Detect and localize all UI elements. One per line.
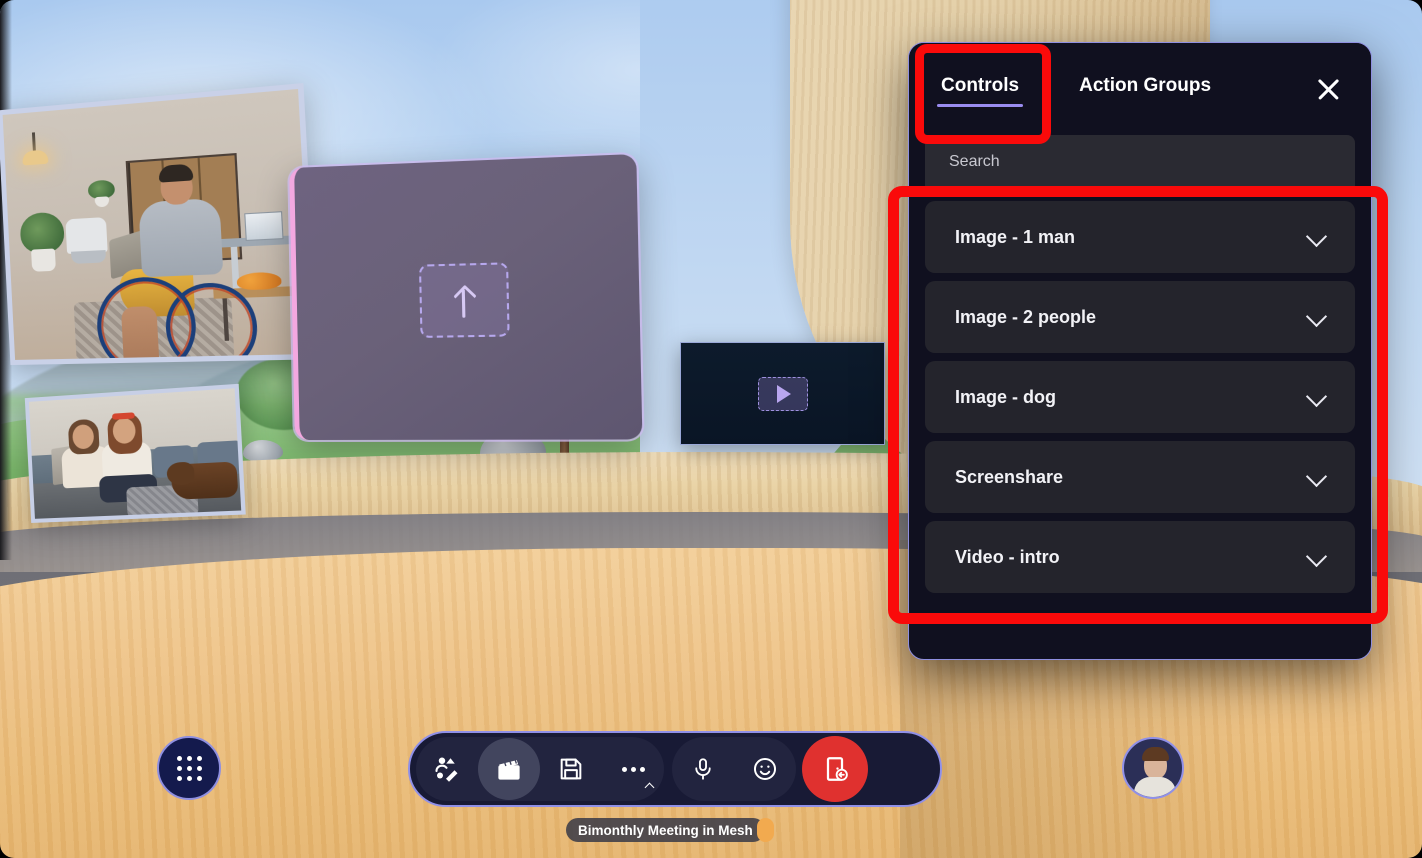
chevron-down-icon[interactable]: [1307, 227, 1327, 247]
microphone-icon: [695, 758, 711, 780]
save-button[interactable]: [540, 738, 602, 800]
smiley-face-icon: [753, 757, 777, 781]
toolbar-group-right: [672, 737, 796, 801]
person-hair: [158, 163, 194, 183]
controls-side-panel: Controls Action Groups Search Image - 1 …: [908, 42, 1372, 660]
meeting-title-label: Bimonthly Meeting in Mesh: [578, 822, 753, 838]
list-item[interactable]: Screenshare: [925, 441, 1355, 513]
list-item[interactable]: Image - dog: [925, 361, 1355, 433]
avatar-body: [1134, 777, 1176, 797]
reactions-button[interactable]: [734, 738, 796, 800]
chevron-down-icon[interactable]: [1307, 467, 1327, 487]
office-chair: [65, 217, 108, 254]
leave-door-icon: [826, 757, 848, 781]
meeting-status-badge: Bimonthly Meeting in Mesh: [566, 818, 765, 842]
scene-clapperboard-button[interactable]: [478, 738, 540, 800]
list-item-label: Image - 2 people: [955, 306, 1097, 327]
app-root: Controls Action Groups Search Image - 1 …: [0, 0, 1422, 858]
chevron-up-icon: [646, 781, 655, 790]
person-torso: [138, 197, 224, 278]
meeting-activity-indicator: [757, 818, 774, 842]
tab-controls[interactable]: Controls: [937, 65, 1024, 113]
chevron-down-icon[interactable]: [1307, 547, 1327, 567]
meeting-toolbar: [408, 731, 942, 807]
scene-photo-panel-2-people[interactable]: [24, 383, 246, 523]
tab-action-groups[interactable]: Action Groups: [1075, 65, 1215, 113]
toolbar-group-left: [416, 737, 664, 801]
office-chair-base: [71, 250, 107, 264]
list-item-label: Image - 1 man: [955, 226, 1076, 247]
scene-upload-panel[interactable]: [289, 153, 643, 441]
clapperboard-icon: [498, 759, 520, 780]
scene-photo-panel-1-man[interactable]: [0, 83, 319, 366]
video-dropzone[interactable]: [757, 376, 808, 411]
avatar-hair: [1142, 747, 1169, 761]
more-options-button[interactable]: [602, 738, 664, 800]
list-item[interactable]: Video - intro: [925, 521, 1355, 593]
app-grid-dots: [176, 755, 202, 781]
ellipsis-icon: [621, 766, 645, 772]
list-item[interactable]: Image - 2 people: [925, 281, 1355, 353]
self-avatar[interactable]: [1122, 737, 1184, 799]
chevron-down-icon[interactable]: [1307, 307, 1327, 327]
app-grid-icon[interactable]: [157, 736, 221, 800]
scene-video-panel[interactable]: [680, 342, 885, 445]
microphone-button[interactable]: [672, 738, 734, 800]
photo-one-content: [2, 88, 317, 366]
list-item[interactable]: Image - 1 man: [925, 201, 1355, 273]
play-icon: [777, 384, 791, 403]
upload-dropzone[interactable]: [418, 262, 510, 338]
photo-two-content: [28, 388, 244, 519]
list-item-label: Screenshare: [955, 466, 1064, 487]
controls-list: Image - 1 man Image - 2 people Image - d…: [925, 195, 1355, 643]
dog-head: [166, 461, 195, 486]
leave-meeting-button[interactable]: [802, 736, 868, 802]
plant-pot: [31, 248, 56, 272]
close-icon[interactable]: [1311, 72, 1345, 106]
list-item-label: Image - dog: [955, 386, 1057, 407]
avatar-people-icon: [435, 757, 458, 782]
search-placeholder: Search: [949, 153, 1000, 170]
list-item-label: Video - intro: [955, 546, 1060, 567]
avatar-customize-button[interactable]: [416, 738, 478, 800]
panel-header: Controls Action Groups: [909, 43, 1371, 135]
upload-arrow-icon: [452, 283, 476, 318]
floor-lamp: [22, 149, 49, 166]
floppy-disk-icon: [560, 758, 582, 780]
desk-monitor: [244, 211, 284, 242]
search-input[interactable]: Search: [925, 135, 1355, 189]
chevron-down-icon[interactable]: [1307, 387, 1327, 407]
